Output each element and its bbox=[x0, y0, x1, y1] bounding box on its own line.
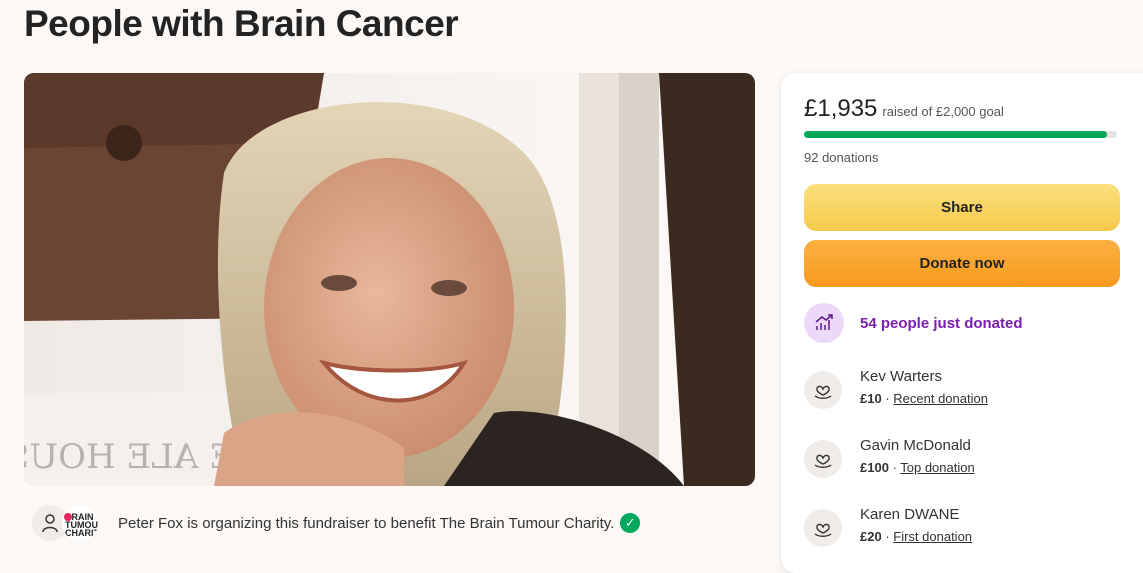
heart-hand-icon bbox=[804, 509, 842, 547]
goal-text: raised of £2,000 goal bbox=[882, 104, 1004, 119]
progress-fill bbox=[804, 131, 1107, 138]
raised-summary: £1,935 raised of £2,000 goal bbox=[804, 95, 1004, 123]
share-button[interactable]: Share bbox=[804, 184, 1120, 231]
donor-amount: £100 bbox=[860, 460, 889, 475]
donation-count: 92 donations bbox=[804, 150, 879, 165]
donor-item: Kev Warters £10 · Recent donation bbox=[804, 368, 988, 409]
progress-bar bbox=[804, 131, 1117, 138]
raised-amount: £1,935 bbox=[804, 95, 878, 122]
trending-up-icon bbox=[804, 303, 844, 343]
first-donation-link[interactable]: First donation bbox=[893, 529, 972, 544]
fundraiser-photo: E ALE HOUS bbox=[24, 73, 755, 486]
donor-name: Karen DWANE bbox=[860, 506, 960, 523]
organizer-row: BRAIN TUMOUR CHARITY Peter Fox is organi… bbox=[32, 505, 732, 541]
top-donation-link[interactable]: Top donation bbox=[900, 460, 974, 475]
verified-check-icon: ✓ bbox=[620, 513, 641, 533]
donor-item: Karen DWANE £20 · First donation bbox=[804, 506, 972, 547]
charity-logo: BRAIN TUMOUR CHARITY bbox=[62, 505, 98, 541]
heart-hand-icon bbox=[804, 371, 842, 409]
donation-sidebar: £1,935 raised of £2,000 goal 92 donation… bbox=[781, 73, 1143, 573]
page-title: People with Brain Cancer bbox=[24, 3, 459, 44]
donor-item: Gavin McDonald £100 · Top donation bbox=[804, 437, 975, 478]
donor-amount: £10 bbox=[860, 391, 882, 406]
donor-name: Gavin McDonald bbox=[860, 437, 971, 454]
reflected-signage: E ALE HOUS bbox=[24, 437, 234, 477]
donor-name: Kev Warters bbox=[860, 368, 942, 385]
organizer-avatars: BRAIN TUMOUR CHARITY bbox=[32, 505, 104, 541]
organizer-text: Peter Fox is organizing this fundraiser … bbox=[118, 514, 615, 532]
recent-donation-link[interactable]: Recent donation bbox=[893, 391, 988, 406]
recent-donations-trend: 54 people just donated bbox=[804, 303, 1023, 343]
heart-hand-icon bbox=[804, 440, 842, 478]
donate-now-button[interactable]: Donate now bbox=[804, 240, 1120, 287]
trend-text: 54 people just donated bbox=[860, 314, 1023, 332]
donor-amount: £20 bbox=[860, 529, 882, 544]
